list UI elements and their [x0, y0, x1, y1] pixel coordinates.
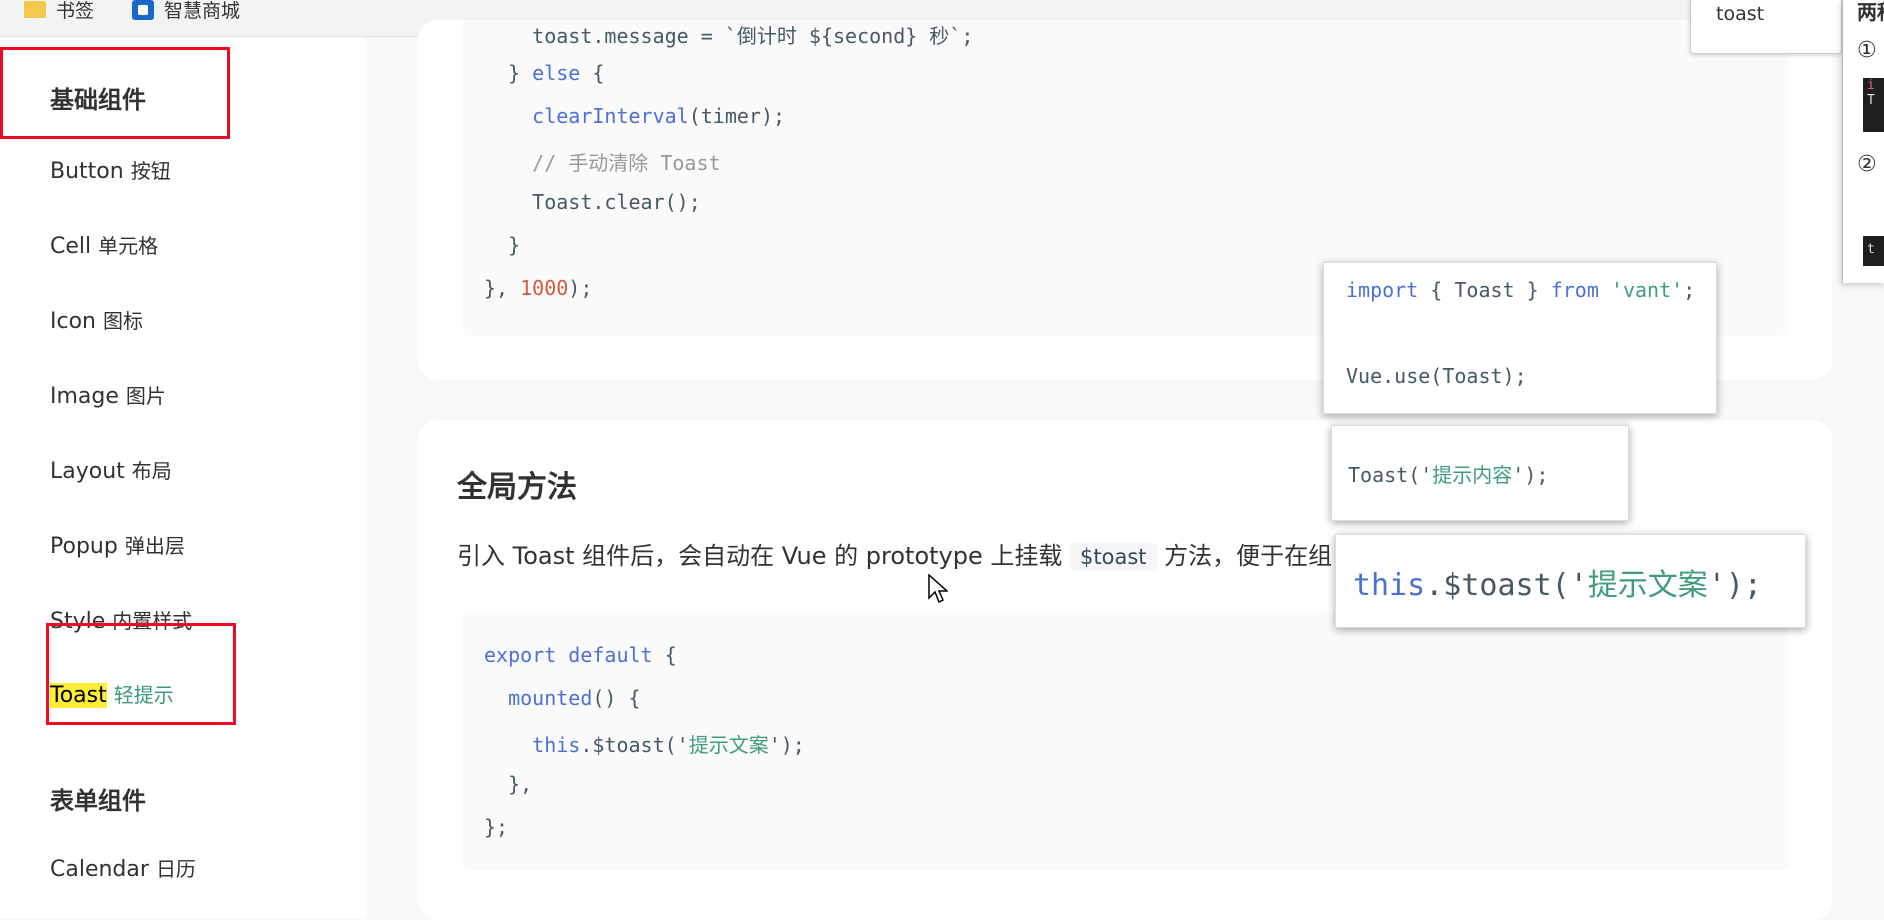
- inline-code: $toast: [1070, 543, 1157, 571]
- sidebar-nav: 基础组件 Button 按钮 Cell 单元格 Icon 图标 Image 图片…: [0, 37, 366, 919]
- code-line: },: [484, 772, 533, 796]
- folder-icon: [24, 1, 46, 18]
- nav-item-image[interactable]: Image 图片: [50, 380, 166, 409]
- bookmark-label: 书签: [56, 0, 95, 22]
- code-line: this.$toast('提示文案');: [1353, 568, 1762, 603]
- mouse-cursor-icon: [928, 574, 948, 604]
- bookmark-folder[interactable]: 书签: [24, 0, 94, 23]
- nav-item-calendar[interactable]: Calendar 日历: [50, 853, 196, 882]
- code-snippet: t: [1863, 236, 1884, 266]
- code-line: } else {: [484, 61, 605, 85]
- snippet-popup-this-toast: this.$toast('提示文案');: [1335, 534, 1806, 628]
- nav-item-popup[interactable]: Popup 弹出层: [50, 530, 185, 559]
- snippet-popup-toast: Toast('提示内容');: [1331, 425, 1629, 521]
- bookmark-shop[interactable]: 智慧商城: [132, 0, 240, 23]
- code-line: };: [484, 815, 509, 839]
- search-popup[interactable]: toast: [1690, 0, 1842, 54]
- bookmark-label: 智慧商城: [164, 0, 241, 22]
- section-title: 全局方法: [457, 470, 577, 505]
- side-notes-panel: 两种 ① i T ② t: [1842, 0, 1884, 283]
- code-line: }: [484, 233, 521, 257]
- code-line: Vue.use(Toast);: [1346, 364, 1527, 388]
- highlight-box: [0, 47, 230, 139]
- code-line: mounted() {: [484, 686, 641, 710]
- nav-item-cell[interactable]: Cell 单元格: [50, 230, 158, 259]
- snippet-popup-import: import { Toast } from 'vant'; Vue.use(To…: [1323, 262, 1717, 414]
- code-line: this.$toast('提示文案');: [484, 733, 805, 757]
- code-line: }, 1000);: [484, 276, 593, 300]
- step-marker: ①: [1857, 38, 1877, 63]
- code-snippet: i T: [1863, 78, 1884, 132]
- code-line: import { Toast } from 'vant';: [1346, 278, 1696, 302]
- nav-item-icon[interactable]: Icon 图标: [50, 305, 143, 334]
- code-line: clearInterval(timer);: [484, 104, 786, 128]
- code-line: toast.message = `倒计时 ${second} 秒`;: [484, 24, 974, 48]
- code-comment: // 手动清除 Toast: [484, 151, 721, 175]
- section-paragraph: 引入 Toast 组件后，会自动在 Vue 的 prototype 上挂载 $t…: [457, 542, 1333, 571]
- search-text: toast: [1716, 3, 1765, 25]
- nav-item-button[interactable]: Button 按钮: [50, 155, 171, 184]
- nav-group-form: 表单组件: [50, 787, 146, 815]
- code-line: Toast.clear();: [484, 190, 701, 214]
- step-marker: ②: [1857, 152, 1877, 177]
- notes-title: 两种: [1857, 0, 1884, 24]
- code-line: export default {: [484, 643, 677, 667]
- code-line: Toast('提示内容');: [1348, 463, 1549, 487]
- nav-item-layout[interactable]: Layout 布局: [50, 455, 172, 484]
- shop-icon: [132, 0, 154, 20]
- highlight-box: [46, 623, 236, 725]
